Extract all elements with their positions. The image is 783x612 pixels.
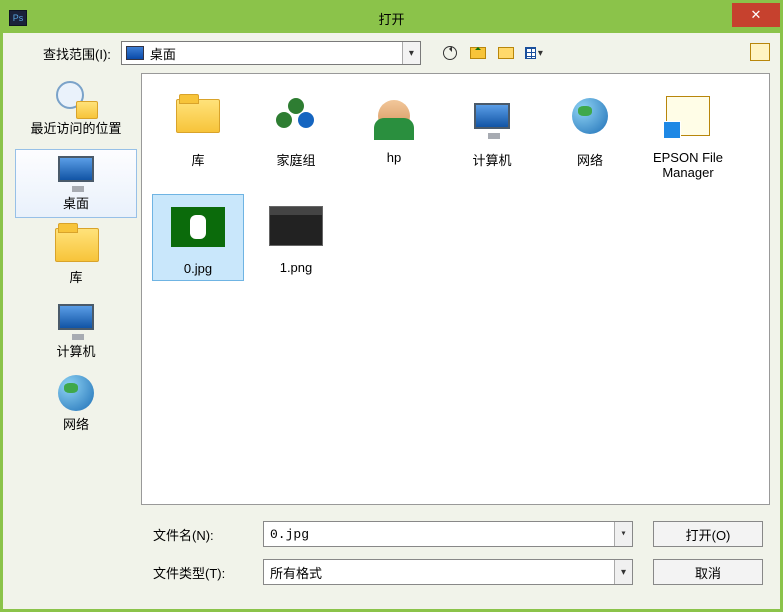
desktop-icon — [55, 154, 97, 192]
desktop-icon — [126, 46, 144, 60]
image-thumbnail — [166, 199, 230, 255]
open-button[interactable]: 打开(O) — [653, 521, 763, 547]
sidebar-item-label: 最近访问的位置 — [30, 121, 121, 137]
sidebar-item-computer[interactable]: 计算机 — [15, 298, 137, 366]
list-item-label: 库 — [191, 150, 204, 169]
list-item-label: 计算机 — [472, 150, 511, 169]
bottom-panel: 文件名(N): 0.jpg ▾ 打开(O) 文件类型(T): 所有格式 ▾ 取消 — [3, 515, 780, 609]
look-in-value: 桌面 — [150, 44, 176, 63]
list-item[interactable]: 家庭组 — [250, 84, 342, 184]
sidebar-item-libraries[interactable]: 库 — [15, 224, 137, 292]
look-in-dropdown[interactable]: 桌面 ▾ — [121, 41, 421, 65]
toolbar: 查找范围(I): 桌面 ▾ ▾ — [3, 33, 780, 73]
photoshop-app-icon: Ps — [9, 10, 27, 26]
computer-icon — [55, 302, 97, 340]
file-list[interactable]: 库 家庭组 hp 计算机 网络 EPSON File Manager 0.jpg — [141, 73, 770, 505]
list-item[interactable]: 0.jpg — [152, 194, 244, 281]
sidebar-item-label: 网络 — [63, 417, 89, 433]
list-item-label: 家庭组 — [276, 150, 315, 169]
new-folder-icon — [498, 47, 514, 59]
list-item[interactable]: hp — [348, 84, 440, 184]
list-item-label: EPSON File Manager — [646, 150, 730, 180]
image-sequence-icon — [752, 45, 770, 61]
list-item[interactable]: 1.png — [250, 194, 342, 281]
sidebar-item-label: 桌面 — [63, 196, 89, 212]
window-title: 打开 — [378, 9, 404, 28]
open-button-label: 打开(O) — [686, 525, 731, 544]
main-area: 最近访问的位置 桌面 库 计算机 网络 库 家庭组 hp — [3, 73, 780, 515]
up-one-level-icon — [470, 47, 486, 59]
chevron-down-icon: ▾ — [614, 522, 632, 546]
shortcut-icon — [656, 88, 720, 144]
chevron-down-icon: ▾ — [402, 42, 420, 64]
look-in-label: 查找范围(I): — [43, 44, 111, 63]
image-sequence-button[interactable] — [752, 44, 770, 62]
close-button[interactable]: ✕ — [732, 3, 780, 27]
homegroup-icon — [264, 88, 328, 144]
sidebar-item-label: 计算机 — [56, 344, 95, 360]
list-item[interactable]: 库 — [152, 84, 244, 184]
cancel-button-label: 取消 — [695, 563, 721, 582]
up-one-level-button[interactable] — [469, 44, 487, 62]
sidebar-item-desktop[interactable]: 桌面 — [15, 149, 137, 219]
network-icon — [55, 375, 97, 413]
libraries-icon — [55, 228, 97, 266]
filename-value: 0.jpg — [270, 527, 309, 542]
filename-input[interactable]: 0.jpg ▾ — [263, 521, 633, 547]
chevron-down-icon: ▾ — [538, 48, 543, 59]
cancel-button[interactable]: 取消 — [653, 559, 763, 585]
sidebar-item-label: 库 — [69, 270, 82, 286]
filename-label: 文件名(N): — [153, 525, 263, 544]
filetype-dropdown[interactable]: 所有格式 ▾ — [263, 559, 633, 585]
back-icon — [443, 46, 457, 60]
network-icon — [558, 88, 622, 144]
list-item-label: hp — [387, 150, 401, 165]
view-menu-icon — [525, 47, 536, 59]
list-item-label: 1.png — [280, 260, 313, 275]
view-menu-button[interactable]: ▾ — [525, 44, 543, 62]
filetype-value: 所有格式 — [270, 563, 322, 582]
places-bar: 最近访问的位置 桌面 库 计算机 网络 — [11, 73, 141, 505]
user-folder-icon — [362, 88, 426, 144]
titlebar: Ps 打开 ✕ — [3, 3, 780, 33]
sidebar-item-network[interactable]: 网络 — [15, 371, 137, 439]
list-item[interactable]: 计算机 — [446, 84, 538, 184]
list-item[interactable]: EPSON File Manager — [642, 84, 734, 184]
back-button[interactable] — [441, 44, 459, 62]
sidebar-item-recent[interactable]: 最近访问的位置 — [15, 77, 137, 143]
list-item-label: 0.jpg — [184, 261, 212, 276]
list-item-label: 网络 — [577, 150, 603, 169]
filetype-label: 文件类型(T): — [153, 563, 263, 582]
computer-icon — [460, 88, 524, 144]
list-item[interactable]: 网络 — [544, 84, 636, 184]
image-thumbnail — [264, 198, 328, 254]
chevron-down-icon: ▾ — [614, 560, 632, 584]
recent-places-icon — [56, 81, 96, 117]
libraries-icon — [166, 88, 230, 144]
new-folder-button[interactable] — [497, 44, 515, 62]
close-icon: ✕ — [751, 7, 762, 23]
